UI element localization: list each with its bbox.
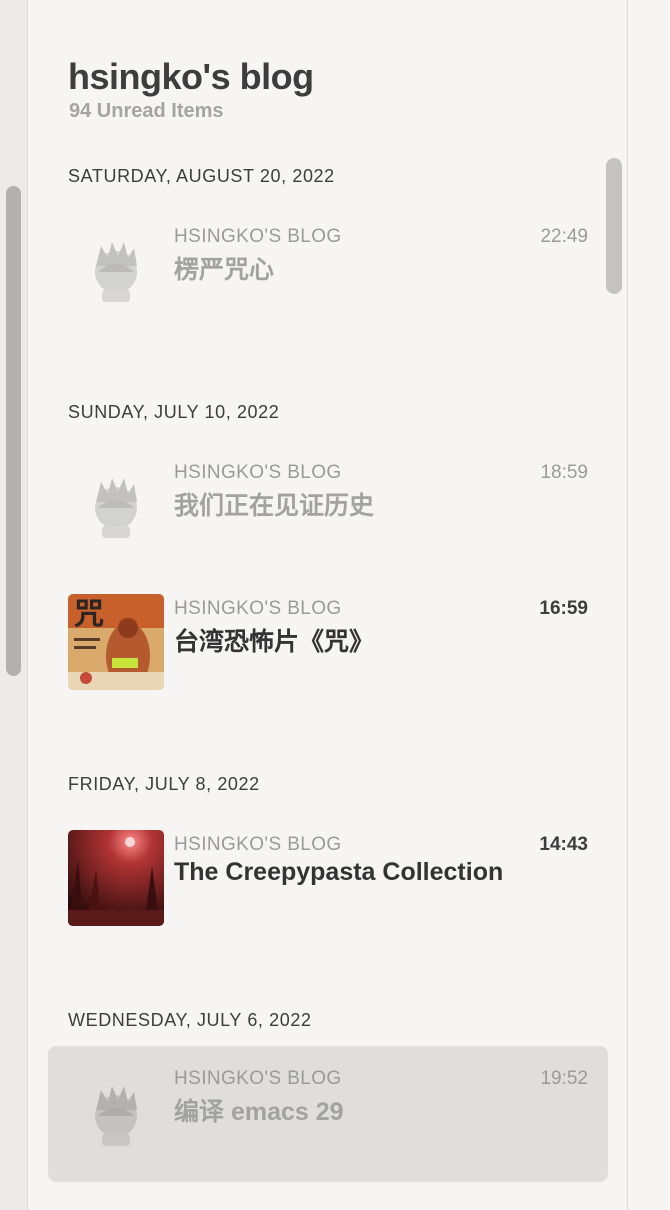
movie-poster-thumbnail: 咒 (68, 594, 164, 690)
sidebar-scrollbar[interactable] (6, 186, 21, 676)
item-time: 19:52 (540, 1068, 588, 1089)
list-item-selected[interactable]: HSINGKO'S BLOG 19:52 编译 emacs 29 (48, 1046, 608, 1182)
article-list-scrollbar[interactable] (606, 158, 622, 294)
feed-name: HSINGKO'S BLOG (174, 598, 342, 619)
list-item[interactable]: HSINGKO'S BLOG 22:49 楞严咒心 (48, 226, 608, 362)
feed-name: HSINGKO'S BLOG (174, 226, 342, 247)
date-header: WEDNESDAY, JULY 6, 2022 (68, 1010, 312, 1030)
item-title: The Creepypasta Collection (174, 858, 504, 886)
list-item[interactable]: HSINGKO'S BLOG 18:59 我们正在见证历史 (48, 462, 608, 598)
feed-name: HSINGKO'S BLOG (174, 1068, 342, 1089)
feed-name: HSINGKO'S BLOG (174, 834, 342, 855)
sidebar-strip (0, 0, 28, 1210)
unread-count: 94 Unread Items (69, 100, 224, 122)
item-title: 楞严咒心 (174, 256, 275, 284)
item-time: 16:59 (539, 598, 588, 619)
reader-pane-edge (627, 0, 670, 1210)
item-title: 编译 emacs 29 (174, 1098, 344, 1126)
avatar-icon (68, 1070, 164, 1166)
list-item[interactable]: HSINGKO'S BLOG 14:43 The Creepypasta Col… (48, 830, 608, 970)
item-time: 18:59 (540, 462, 588, 483)
avatar-icon (68, 226, 164, 322)
list-item[interactable]: 咒 HSINGKO'S BLOG 16:59 台湾恐怖片《咒》 (48, 594, 608, 734)
red-forest-thumbnail (68, 830, 164, 926)
svg-text:咒: 咒 (74, 597, 104, 632)
feed-name: HSINGKO'S BLOG (174, 462, 342, 483)
item-time: 22:49 (540, 226, 588, 247)
page-title: hsingko's blog (68, 56, 314, 97)
item-title: 我们正在见证历史 (174, 492, 375, 520)
item-title: 台湾恐怖片《咒》 (174, 628, 375, 656)
avatar-icon (68, 462, 164, 558)
date-header: SATURDAY, AUGUST 20, 2022 (68, 166, 335, 186)
item-time: 14:43 (539, 834, 588, 855)
date-header: SUNDAY, JULY 10, 2022 (68, 402, 280, 422)
date-header: FRIDAY, JULY 8, 2022 (68, 774, 260, 794)
